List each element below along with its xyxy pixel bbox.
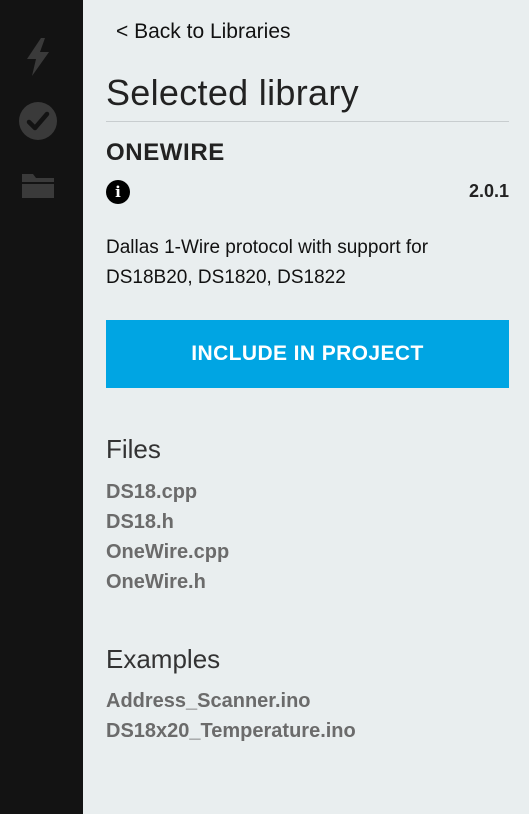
file-item[interactable]: DS18.cpp — [106, 477, 229, 507]
library-version: 2.0.1 — [468, 181, 509, 201]
example-item[interactable]: DS18x20_Temperature.ino — [106, 716, 356, 746]
info-icon[interactable]: i — [106, 180, 130, 204]
check-circle-icon[interactable] — [18, 101, 58, 141]
examples-list: Address_Scanner.ino DS18x20_Temperature.… — [106, 686, 356, 746]
file-item[interactable]: OneWire.cpp — [106, 537, 229, 567]
file-item[interactable]: OneWire.h — [106, 567, 229, 597]
lightning-icon[interactable] — [18, 37, 58, 77]
back-to-libraries-link[interactable]: < Back to Libraries — [116, 20, 291, 44]
app-window: < Back to Libraries Selected library ONE… — [0, 0, 529, 814]
sidebar-rail — [0, 0, 83, 814]
example-item[interactable]: Address_Scanner.ino — [106, 686, 356, 716]
include-in-project-button[interactable]: INCLUDE IN PROJECT — [106, 320, 509, 388]
files-heading: Files — [106, 434, 161, 464]
files-list: DS18.cpp DS18.h OneWire.cpp OneWire.h — [106, 477, 229, 597]
library-name: ONEWIRE — [106, 139, 225, 166]
folder-icon[interactable] — [18, 165, 58, 205]
section-title: Selected library — [106, 72, 359, 113]
divider — [106, 121, 509, 122]
file-item[interactable]: DS18.h — [106, 507, 229, 537]
library-panel: < Back to Libraries Selected library ONE… — [106, 0, 509, 814]
library-description: Dallas 1-Wire protocol with support for … — [106, 237, 429, 288]
examples-heading: Examples — [106, 644, 221, 674]
